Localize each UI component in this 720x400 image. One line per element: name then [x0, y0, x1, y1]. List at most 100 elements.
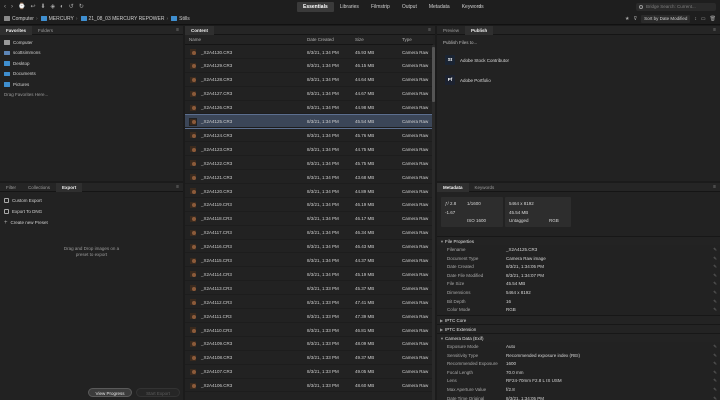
section-file-properties[interactable]: ▼ File Properties	[437, 236, 720, 245]
workspace-tab[interactable]: Keywords	[456, 2, 490, 12]
favorite-item[interactable]: Desktop	[0, 58, 183, 69]
star-filter-icon[interactable]: ★	[625, 16, 629, 22]
favorite-item[interactable]: Computer	[0, 37, 183, 48]
scrollbar-thumb[interactable]	[432, 47, 435, 102]
table-row[interactable]: _X2A4108.CR3 8/3/21, 1:33 PM 49.37 MB Camer…	[185, 351, 433, 365]
edit-pencil-icon[interactable]: ✎	[713, 386, 717, 394]
start-export-button[interactable]: Start Export	[136, 388, 180, 397]
edit-pencil-icon[interactable]: ✎	[713, 395, 717, 400]
export-preset-custom[interactable]: Custom Export	[0, 195, 183, 206]
favorite-item[interactable]: scottsimmons	[0, 48, 183, 59]
rotate-right-icon[interactable]: ↻	[79, 2, 84, 12]
breadcrumb-item[interactable]: MERCURY ›	[40, 16, 78, 22]
table-row[interactable]: _X2A4112.CR3 8/3/21, 1:33 PM 47.41 MB Camer…	[185, 295, 433, 310]
sort-direction-icon[interactable]: ↕	[694, 16, 697, 22]
table-row[interactable]: _X2A4130.CR3 8/3/21, 1:34 PM 45.93 MB Camer…	[185, 45, 433, 59]
column-header-size[interactable]: Size	[355, 37, 364, 42]
section-camera-data[interactable]: ▼ Camera Data (Exif)	[437, 333, 720, 342]
table-row[interactable]: _X2A4122.CR3 8/3/21, 1:34 PM 45.75 MB Camer…	[185, 156, 433, 171]
publish-service-adobe-stock[interactable]: St Adobe Stock Contributor	[437, 50, 720, 70]
breadcrumb-item[interactable]: Computer ›	[4, 16, 38, 22]
workspace-tab[interactable]: Metadata	[423, 2, 456, 12]
panel-menu-icon[interactable]: ≡	[428, 26, 431, 35]
edit-pencil-icon[interactable]: ✎	[713, 377, 717, 385]
rotate-left-icon[interactable]: ↺	[69, 2, 74, 12]
tab-publish[interactable]: Publish	[465, 26, 494, 35]
tab-folders[interactable]: Folders	[32, 26, 59, 35]
table-row[interactable]: _X2A4129.CR3 8/3/21, 1:34 PM 46.15 MB Camer…	[185, 59, 433, 73]
column-header-name[interactable]: Name	[189, 37, 201, 42]
edit-pencil-icon[interactable]: ✎	[713, 289, 717, 297]
edit-pencil-icon[interactable]: ✎	[713, 343, 717, 351]
back-icon[interactable]: ‹	[4, 2, 6, 12]
publish-service-adobe-portfolio[interactable]: Pf Adobe Portfolio	[437, 70, 720, 90]
table-row[interactable]: _X2A4114.CR3 8/3/21, 1:34 PM 45.19 MB Camer…	[185, 267, 433, 282]
panel-menu-icon[interactable]: ≡	[176, 183, 179, 192]
forward-icon[interactable]: ›	[11, 2, 13, 12]
workspace-tab[interactable]: Essentials	[297, 2, 334, 12]
favorite-item[interactable]: Documents	[0, 69, 183, 80]
tab-preview[interactable]: Preview	[437, 26, 465, 35]
workspace-tab[interactable]: Filmstrip	[365, 2, 396, 12]
more-workspaces[interactable]: »	[478, 2, 481, 12]
table-row[interactable]: _X2A4123.CR3 8/3/21, 1:34 PM 44.75 MB Camer…	[185, 142, 433, 157]
favorite-item[interactable]: Pictures	[0, 79, 183, 90]
new-folder-icon[interactable]: ▭	[701, 16, 706, 22]
table-row[interactable]: _X2A4126.CR3 8/3/21, 1:34 PM 44.98 MB Camer…	[185, 101, 433, 115]
table-row[interactable]: _X2A4110.CR3 8/3/21, 1:33 PM 46.81 MB Camer…	[185, 323, 433, 337]
edit-pencil-icon[interactable]: ✎	[713, 263, 717, 271]
table-row[interactable]: _X2A4115.CR3 8/3/21, 1:34 PM 44.37 MB Camer…	[185, 254, 433, 268]
table-row[interactable]: _X2A4120.CR3 8/3/21, 1:34 PM 44.89 MB Camer…	[185, 184, 433, 198]
table-row[interactable]: _X2A4128.CR3 8/3/21, 1:34 PM 44.64 MB Camer…	[185, 73, 433, 87]
column-header-date[interactable]: Date Created	[307, 37, 334, 42]
tab-keywords[interactable]: Keywords	[469, 183, 501, 192]
panel-menu-icon[interactable]: ≡	[713, 183, 716, 192]
sort-dropdown[interactable]: Sort by Date Modified	[641, 14, 691, 23]
workspace-tab[interactable]: Output	[396, 2, 423, 12]
table-row[interactable]: _X2A4119.CR3 8/3/21, 1:34 PM 46.19 MB Camer…	[185, 198, 433, 212]
breadcrumb-item[interactable]: 21_08_03 MERCURY REPOWER ›	[80, 16, 168, 22]
table-row[interactable]: _X2A4109.CR3 8/3/21, 1:33 PM 48.09 MB Camer…	[185, 337, 433, 351]
section-iptc-core[interactable]: ▶ IPTC Core	[437, 315, 720, 324]
refine-icon[interactable]: ◈	[51, 2, 56, 12]
edit-pencil-icon[interactable]: ✎	[713, 360, 717, 368]
tab-collections[interactable]: Collections	[22, 183, 56, 192]
search-input[interactable]: Bridge Search: Current...	[636, 3, 716, 11]
filter-icon[interactable]: ⊽	[633, 16, 637, 22]
export-preset-dng[interactable]: Export To DNG	[0, 206, 183, 217]
table-row[interactable]: _X2A4118.CR3 8/3/21, 1:34 PM 46.17 MB Camer…	[185, 212, 433, 226]
table-row[interactable]: _X2A4113.CR3 8/3/21, 1:33 PM 45.37 MB Camer…	[185, 281, 433, 296]
table-row[interactable]: _X2A4116.CR3 8/3/21, 1:34 PM 46.43 MB Camer…	[185, 240, 433, 254]
table-row[interactable]: _X2A4107.CR3 8/3/21, 1:33 PM 49.05 MB Camer…	[185, 365, 433, 379]
recent-icon[interactable]: ⌚	[18, 2, 25, 12]
tab-filter[interactable]: Filter	[0, 183, 22, 192]
content-scrollbar[interactable]	[432, 45, 435, 400]
edit-pencil-icon[interactable]: ✎	[713, 280, 717, 288]
edit-pencil-icon[interactable]: ✎	[713, 369, 717, 377]
edit-pencil-icon[interactable]: ✎	[713, 298, 717, 306]
edit-pencil-icon[interactable]: ✎	[713, 306, 717, 314]
edit-pencil-icon[interactable]: ✎	[713, 255, 717, 263]
table-row[interactable]: _X2A4106.CR3 8/3/21, 1:33 PM 48.60 MB Camer…	[185, 379, 433, 393]
view-progress-button[interactable]: View Progress	[88, 388, 132, 397]
create-preset-button[interactable]: + Create new Preset	[0, 217, 183, 228]
table-row[interactable]: _X2A4117.CR3 8/3/21, 1:34 PM 46.34 MB Camer…	[185, 226, 433, 240]
tab-favorites[interactable]: Favorites	[0, 26, 33, 35]
tab-export[interactable]: Export	[56, 183, 83, 192]
breadcrumb-item[interactable]: Stills	[171, 16, 190, 22]
table-row[interactable]: _X2A4121.CR3 8/3/21, 1:34 PM 43.68 MB Camer…	[185, 170, 433, 184]
open-in-camera-raw-icon[interactable]: ◐	[60, 2, 64, 12]
tab-metadata[interactable]: Metadata	[437, 183, 469, 192]
tab-content[interactable]: Content	[185, 26, 214, 35]
boomerang-icon[interactable]: ↩	[30, 2, 35, 12]
section-iptc-extension[interactable]: ▶ IPTC Extension	[437, 324, 720, 333]
panel-menu-icon[interactable]: ≡	[176, 26, 179, 35]
edit-pencil-icon[interactable]: ✎	[713, 272, 717, 280]
table-row[interactable]: _X2A4124.CR3 8/3/21, 1:34 PM 45.76 MB Camer…	[185, 128, 433, 143]
get-photos-icon[interactable]: ⬇	[41, 2, 46, 12]
table-row[interactable]: _X2A4127.CR3 8/3/21, 1:34 PM 44.67 MB Camer…	[185, 87, 433, 101]
edit-pencil-icon[interactable]: ✎	[713, 246, 717, 254]
column-header-type[interactable]: Type	[402, 37, 412, 42]
workspace-tab[interactable]: Libraries	[334, 2, 365, 12]
table-row[interactable]: _X2A4125.CR3 8/3/21, 1:34 PM 45.54 MB Camer…	[185, 113, 434, 130]
